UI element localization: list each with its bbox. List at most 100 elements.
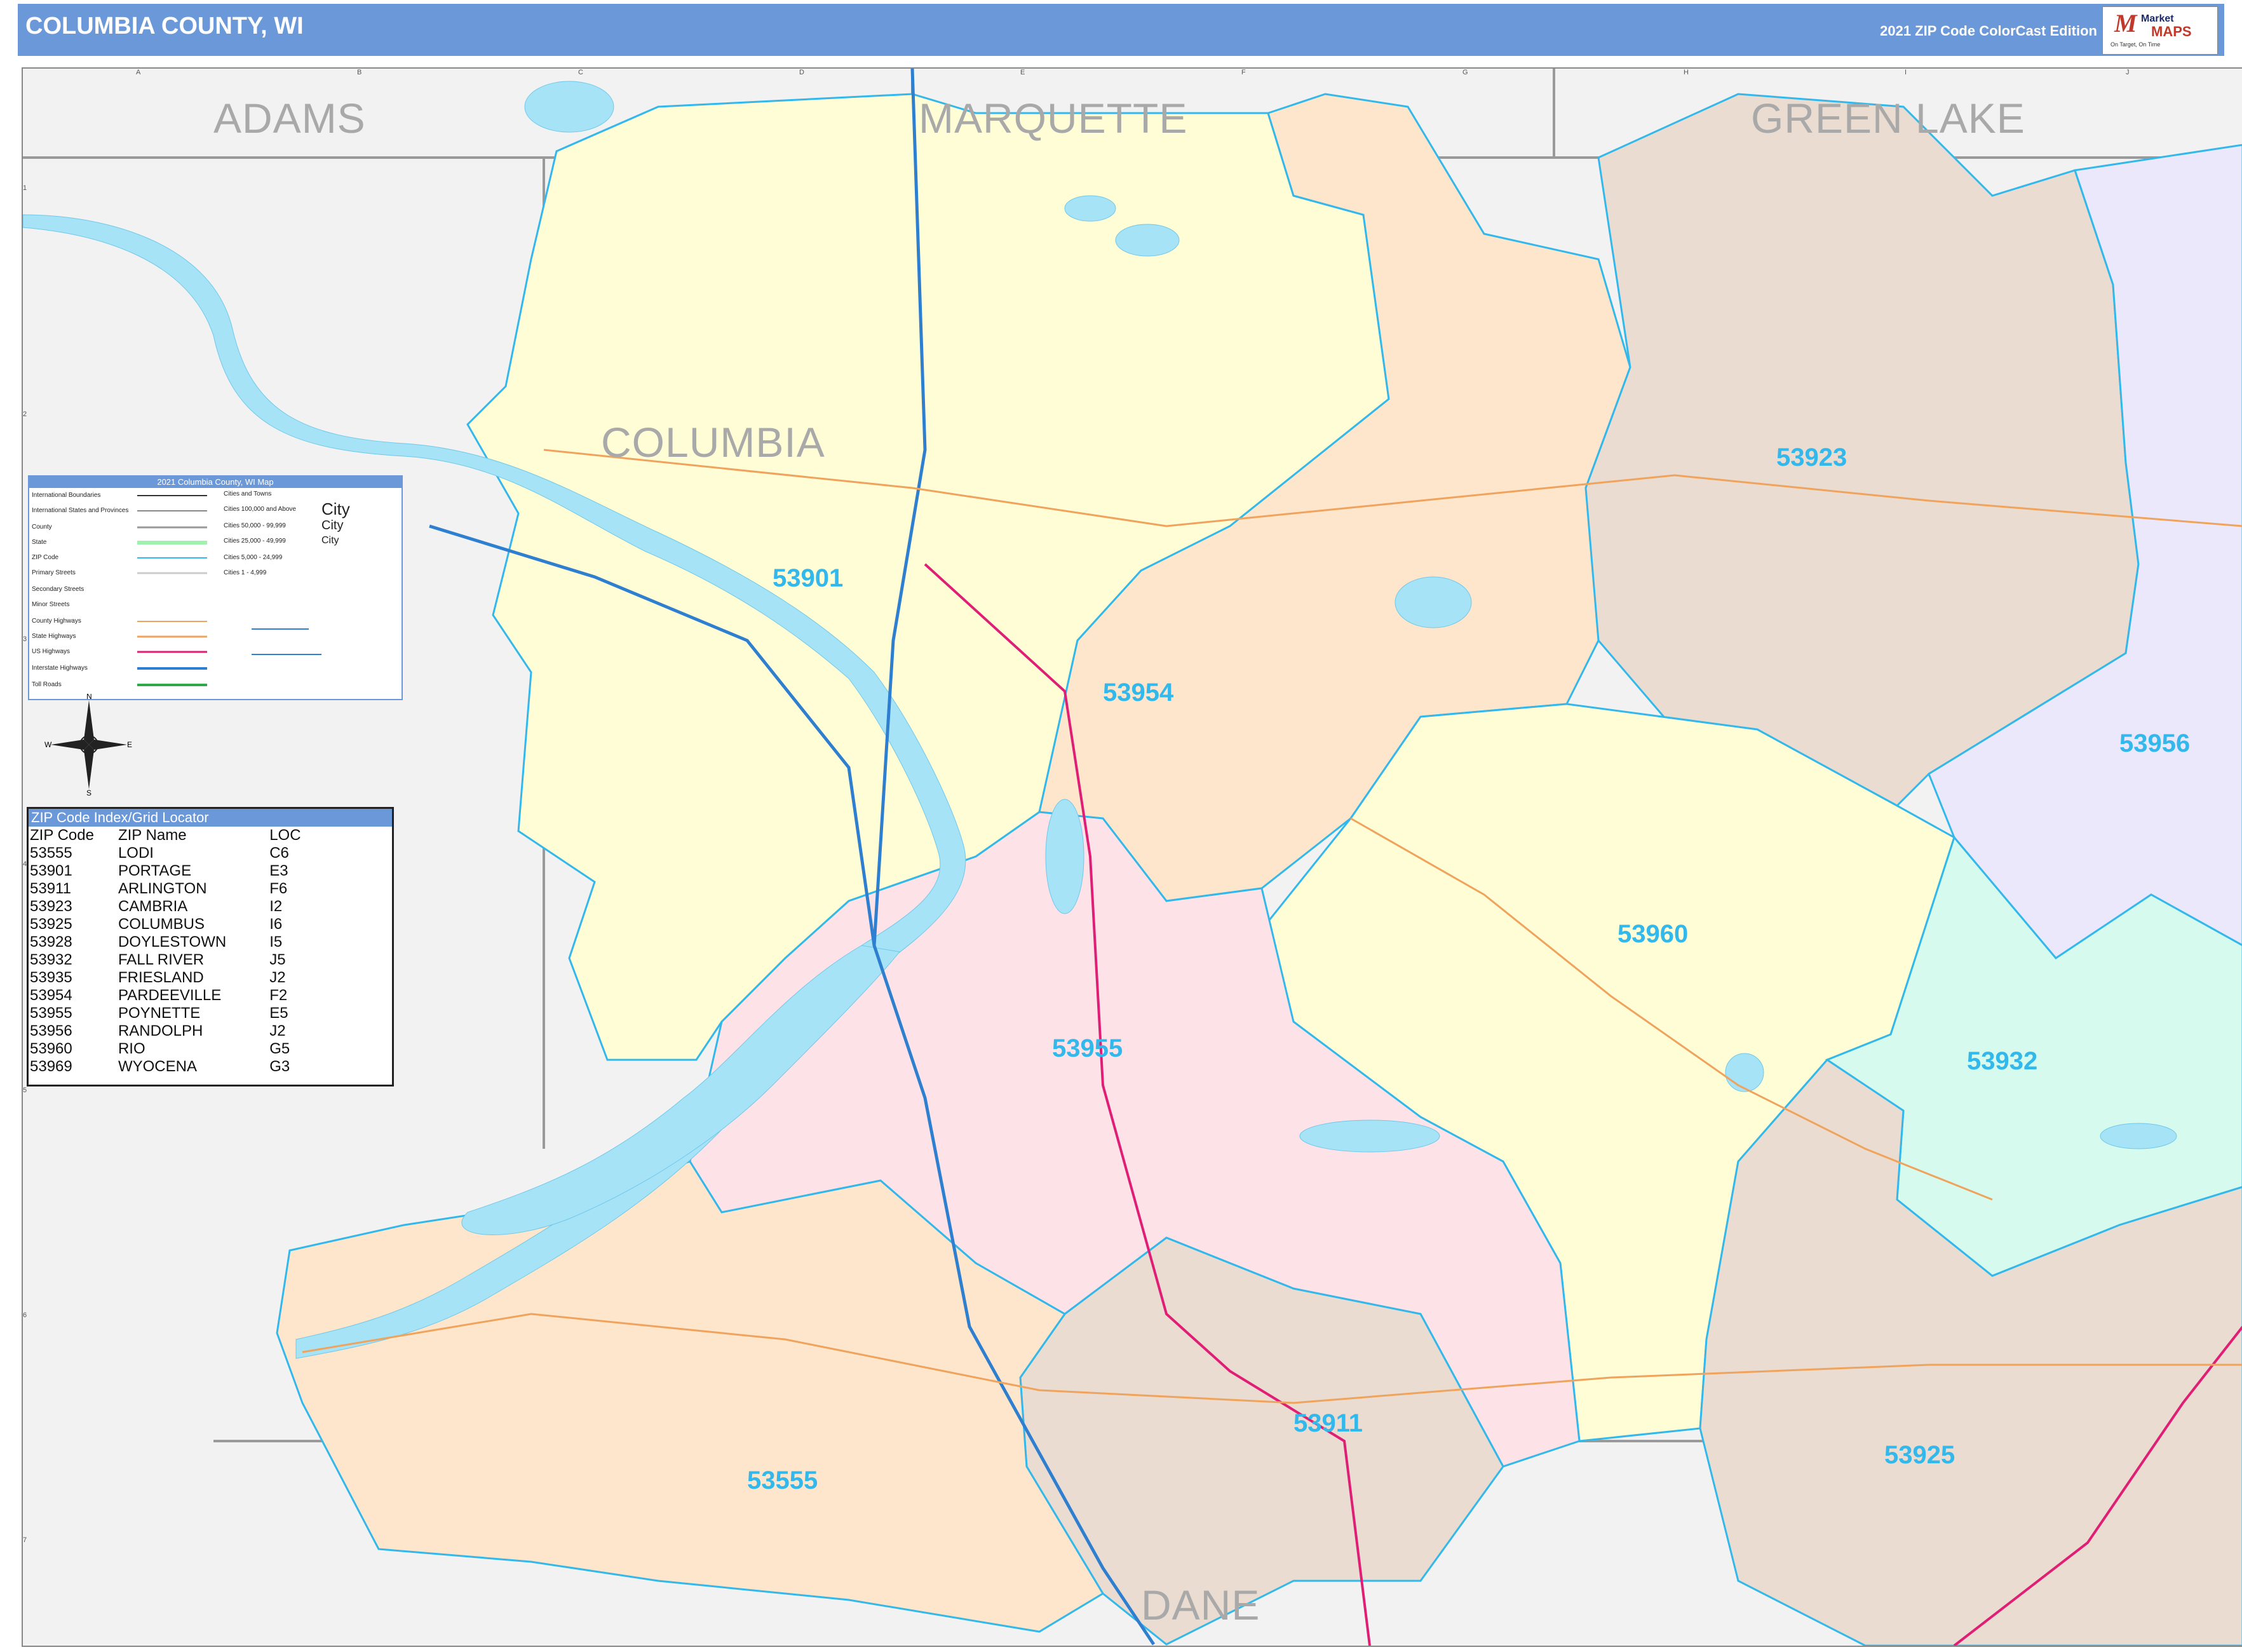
lake-1	[1045, 799, 1084, 914]
svg-text:S: S	[86, 789, 91, 796]
zip-index-row: 53928 DOYLESTOWN I5	[30, 933, 306, 951]
logo-m-glyph: M	[2114, 9, 2137, 37]
zip-areas	[276, 93, 2242, 1646]
zip-index-cell: G5	[269, 1040, 290, 1057]
zip-index-row: 53956 RANDOLPH J2	[30, 1022, 306, 1040]
zip-index-cell: ARLINGTON	[118, 880, 207, 897]
legend-city-row: Cities and Towns	[224, 491, 272, 498]
zip-label-53925: 53925	[1884, 1441, 1955, 1469]
county-label-columbia: COLUMBIA	[601, 419, 825, 466]
grid-number: 7	[23, 1536, 27, 1544]
grid-letter: C	[578, 69, 583, 76]
market-maps-logo: M Market MAPS On Target, On Time	[2102, 6, 2218, 55]
zip-index-cell: 53955	[30, 1005, 72, 1022]
grid-letter: F	[1241, 69, 1246, 76]
zip-index-header-row: ZIP Code ZIP Name LOC	[30, 827, 306, 844]
zip-index-cell: I5	[269, 933, 283, 951]
grid-letter: H	[1684, 69, 1689, 76]
zip-index-row: 53960 RIO G5	[30, 1040, 306, 1058]
svg-text:W: W	[44, 740, 52, 749]
zip-index-cell: 53932	[30, 951, 72, 968]
zip-index-cell: F6	[269, 880, 288, 897]
logo-tagline: On Target, On Time	[2110, 41, 2161, 48]
zip-index-row: 53901 PORTAGE E3	[30, 862, 306, 880]
compass-rose-icon: N S W E	[44, 694, 132, 796]
grid-number: 3	[23, 635, 27, 643]
zip-label-53555: 53555	[747, 1466, 818, 1494]
zip-index-row: 53932 FALL RIVER J5	[30, 951, 306, 969]
lake-4	[1064, 195, 1116, 222]
zip-index-cell: I2	[269, 898, 283, 915]
zip-index-cell: 53928	[30, 933, 72, 951]
zip-index-header: ZIP Code	[30, 827, 94, 844]
grid-letter: G	[1462, 69, 1468, 76]
zip-index-row: 53923 CAMBRIA I2	[30, 898, 306, 916]
lake-3	[1299, 1120, 1440, 1153]
lake-6	[524, 81, 614, 133]
zip-index-cell: 53935	[30, 969, 72, 986]
header-bar: COLUMBIA COUNTY, WI 2021 ZIP Code ColorC…	[18, 4, 2224, 56]
zip-index-cell: 53969	[30, 1058, 72, 1075]
grid-number: 6	[23, 1311, 27, 1319]
zip-index-title: ZIP Code Index/Grid Locator	[29, 809, 392, 827]
lake-2	[1394, 576, 1472, 628]
zip-label-53955: 53955	[1052, 1034, 1123, 1062]
svg-text:N: N	[86, 694, 92, 701]
zip-index-cell: RANDOLPH	[118, 1022, 203, 1039]
zip-index-cell: C6	[269, 844, 289, 862]
map-title: COLUMBIA COUNTY, WI	[25, 13, 304, 39]
zip-index-cell: 53925	[30, 916, 72, 933]
zip-index-cell: I6	[269, 916, 283, 933]
grid-number: 1	[23, 184, 27, 192]
grid-letter: I	[1905, 69, 1907, 76]
zip-index-cell: 53911	[30, 880, 71, 897]
lake-5	[1115, 224, 1180, 257]
zip-index-row: 53969 WYOCENA G3	[30, 1058, 306, 1076]
zip-label-53954: 53954	[1103, 679, 1174, 707]
zip-index-row: 53955 POYNETTE E5	[30, 1005, 306, 1022]
grid-number: 4	[23, 860, 27, 868]
legend-city-sample-large: City	[321, 499, 350, 518]
legend-city-sample-medium: City	[321, 518, 344, 532]
zip-index-cell: 53956	[30, 1022, 72, 1039]
zip-index-cell: F2	[269, 987, 288, 1004]
zip-index-table: ZIP Code ZIP Name LOC 53555 LODI C6 53901 P…	[30, 827, 306, 1076]
zip-label-53923: 53923	[1776, 443, 1847, 471]
zip-index-cell: 53923	[30, 898, 72, 915]
zip-index-cell: FRIESLAND	[118, 969, 204, 986]
zip-index-row: 53555 LODI C6	[30, 844, 306, 862]
zip-index-cell: COLUMBUS	[118, 916, 205, 933]
grid-letter: D	[799, 69, 804, 76]
zip-index-cell: PARDEEVILLE	[118, 987, 222, 1004]
county-label-dane: DANE	[1141, 1581, 1260, 1628]
zip-index-row: 53935 FRIESLAND J2	[30, 969, 306, 987]
county-label-green-lake: GREEN LAKE	[1751, 95, 2025, 142]
zip-label-53911: 53911	[1293, 1409, 1363, 1437]
zip-index-cell: DOYLESTOWN	[118, 933, 227, 951]
zip-index-cell: RIO	[118, 1040, 145, 1057]
legend-city-row: Cities 50,000 - 99,999	[224, 522, 286, 529]
grid-letter: B	[357, 69, 362, 76]
grid-letter: J	[2126, 69, 2130, 76]
zip-index-header: ZIP Name	[118, 827, 187, 844]
zip-index-cell: CAMBRIA	[118, 898, 188, 915]
legend-city-row: Cities 1 - 4,999	[224, 569, 267, 576]
zip-code-index: ZIP Code Index/Grid Locator ZIP Code ZIP…	[27, 807, 394, 1087]
zip-index-cell: 53555	[30, 844, 72, 862]
zip-index-cell: 53901	[30, 862, 72, 879]
zip-index-cell: FALL RIVER	[118, 951, 205, 968]
map-legend: 2021 Columbia County, WI Map Internation…	[28, 475, 403, 700]
zip-label-53960: 53960	[1617, 920, 1689, 948]
zip-index-cell: J2	[269, 1022, 286, 1039]
zip-index-cell: WYOCENA	[118, 1058, 197, 1075]
zip-index-cell: LODI	[118, 844, 154, 862]
zip-index-cell: POYNETTE	[118, 1005, 201, 1022]
zip-index-header: LOC	[269, 827, 301, 844]
legend-city-row: Cities 25,000 - 49,999	[224, 538, 286, 545]
zip-index-cell: E5	[269, 1005, 288, 1022]
legend-city-row: Cities 100,000 and Above	[224, 506, 296, 513]
legend-city-sample-small: City	[321, 535, 339, 546]
zip-index-cell: J5	[269, 951, 286, 968]
edition-label: 2021 ZIP Code ColorCast Edition	[1880, 23, 2097, 39]
legend-city-row: Cities 5,000 - 24,999	[224, 554, 283, 561]
